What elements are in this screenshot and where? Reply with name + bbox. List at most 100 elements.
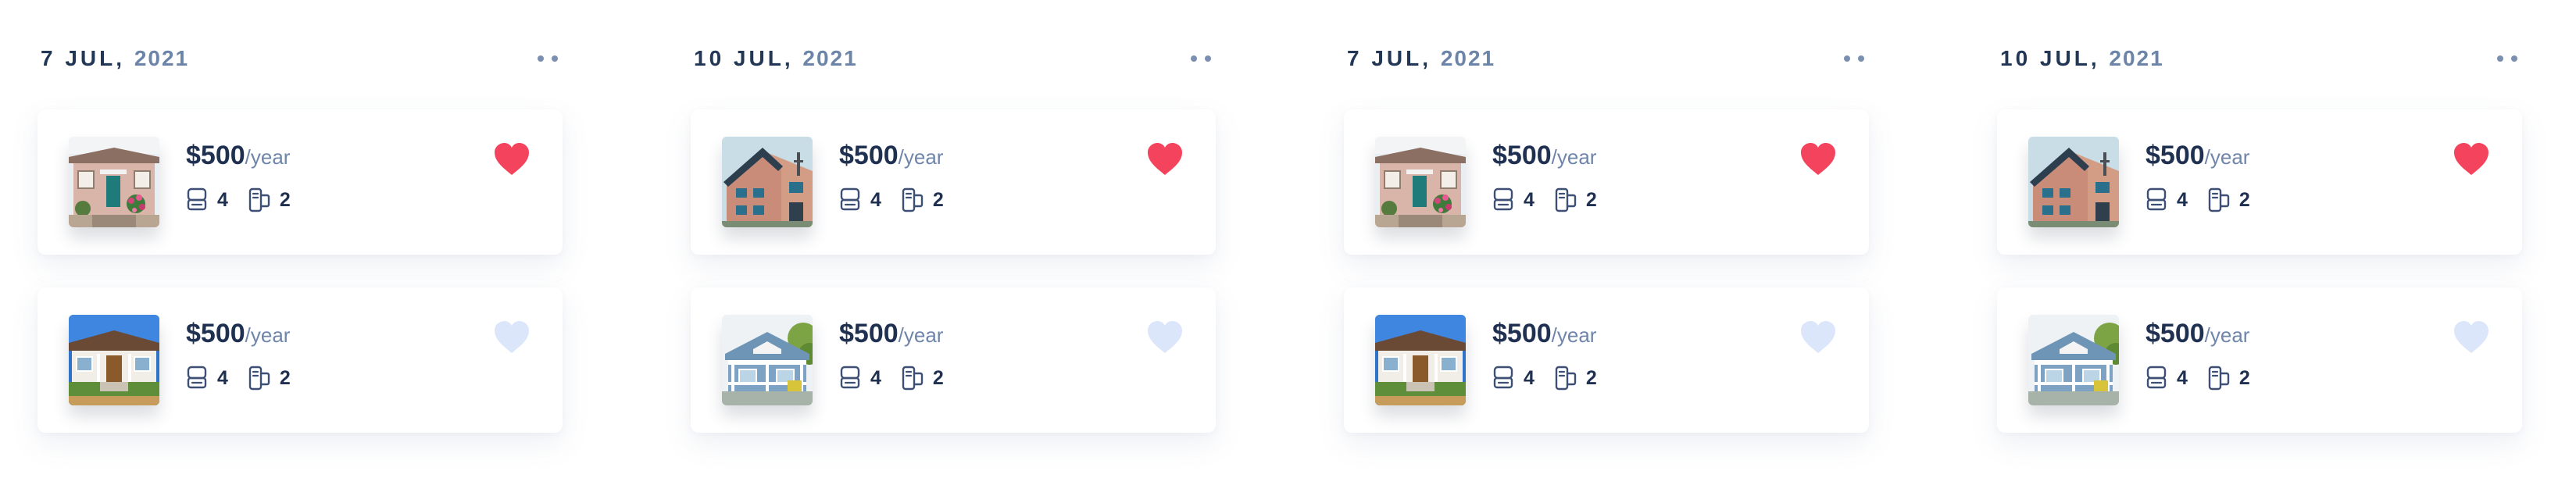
bedroom-count: 4 [1524, 366, 1535, 389]
listing-photo-pink-house [1375, 137, 1466, 227]
listing-photo-blue-cottage [722, 315, 813, 405]
listing-card[interactable]: $500/year 4 2 [691, 109, 1216, 255]
bed-icon [2145, 366, 2167, 391]
price-amount: $500 [839, 319, 899, 348]
listing-features: 4 2 [186, 366, 311, 391]
date-heading: 7 JUL, 2021 [1347, 46, 1495, 71]
date-year: 2021 [1440, 46, 1496, 70]
bedrooms: 4 [839, 187, 881, 212]
date-year: 2021 [134, 46, 190, 70]
price-period: /year [1551, 145, 1597, 169]
listing-price: $500/year [2145, 141, 2249, 171]
bathrooms: 2 [1555, 187, 1597, 212]
listing-photo-white-bungalow [1375, 315, 1466, 405]
price-amount: $500 [1492, 141, 1552, 170]
bed-icon [1492, 366, 1514, 391]
favorite-heart-icon[interactable] [492, 141, 531, 177]
bed-icon [186, 366, 208, 391]
bedrooms: 4 [839, 366, 881, 391]
listing-price: $500/year [186, 319, 290, 349]
date-heading: 10 JUL, 2021 [2000, 46, 2164, 71]
bath-icon [248, 366, 270, 391]
date-year: 2021 [802, 46, 858, 70]
listing-features: 4 2 [1492, 187, 1617, 212]
price-amount: $500 [839, 141, 899, 170]
listing-card[interactable]: $500/year 4 2 [1344, 109, 1869, 255]
listing-card[interactable]: $500/year 4 2 [1997, 109, 2522, 255]
bed-icon [2145, 187, 2167, 212]
date-day-month: 10 JUL, [2000, 46, 2100, 70]
price-period: /year [245, 145, 291, 169]
bathrooms: 2 [902, 366, 944, 391]
listing-card[interactable]: $500/year 4 2 [1997, 287, 2522, 433]
favorite-heart-icon[interactable] [2452, 319, 2491, 355]
bathrooms: 2 [2208, 187, 2250, 212]
more-options-icon[interactable] [1839, 49, 1869, 68]
bedroom-count: 4 [870, 188, 881, 211]
bathroom-count: 2 [2238, 366, 2250, 389]
listing-photo-pink-house [69, 137, 159, 227]
favorite-heart-icon[interactable] [2452, 141, 2491, 177]
bath-icon [1555, 187, 1577, 212]
listing-price: $500/year [2145, 319, 2249, 349]
bath-icon [2208, 187, 2230, 212]
price-period: /year [245, 323, 291, 347]
bedrooms: 4 [186, 187, 228, 212]
bed-icon [186, 187, 208, 212]
column-header: 7 JUL, 2021 [1347, 43, 1869, 74]
bathrooms: 2 [2208, 366, 2250, 391]
listing-card[interactable]: $500/year 4 2 [38, 109, 563, 255]
date-year: 2021 [2109, 46, 2164, 70]
date-heading: 10 JUL, 2021 [694, 46, 858, 71]
favorite-heart-icon[interactable] [1145, 319, 1184, 355]
bathroom-count: 2 [1585, 188, 1597, 211]
date-day-month: 10 JUL, [694, 46, 794, 70]
listing-price: $500/year [839, 319, 943, 349]
listing-features: 4 2 [2145, 366, 2271, 391]
bedroom-count: 4 [870, 366, 881, 389]
bathroom-count: 2 [1585, 366, 1597, 389]
bedroom-count: 4 [1524, 188, 1535, 211]
more-dot [1205, 55, 1211, 62]
listing-price: $500/year [186, 141, 290, 171]
bed-icon [839, 366, 861, 391]
listing-card[interactable]: $500/year 4 2 [1344, 287, 1869, 433]
listing-card[interactable]: $500/year 4 2 [691, 287, 1216, 433]
bedrooms: 4 [1492, 366, 1535, 391]
listing-card[interactable]: $500/year 4 2 [38, 287, 563, 433]
listing-features: 4 2 [839, 366, 964, 391]
more-dot [2511, 55, 2517, 62]
bathrooms: 2 [902, 187, 944, 212]
more-dot [1191, 55, 1197, 62]
bathrooms: 2 [248, 187, 291, 212]
bed-icon [1492, 187, 1514, 212]
bathroom-count: 2 [932, 366, 944, 389]
bath-icon [2208, 366, 2230, 391]
favorite-heart-icon[interactable] [1799, 319, 1838, 355]
bedroom-count: 4 [217, 188, 228, 211]
listing-photo-white-bungalow [69, 315, 159, 405]
more-options-icon[interactable] [1186, 49, 1216, 68]
bath-icon [1555, 366, 1577, 391]
listing-price: $500/year [839, 141, 943, 171]
more-options-icon[interactable] [533, 49, 563, 68]
date-day-month: 7 JUL, [1347, 46, 1432, 70]
bedroom-count: 4 [217, 366, 228, 389]
bathrooms: 2 [248, 366, 291, 391]
listing-column: 7 JUL, 2021 $500/year 4 2 $500/year 4 2 [38, 0, 563, 496]
bedrooms: 4 [2145, 187, 2188, 212]
listing-price: $500/year [1492, 141, 1596, 171]
listing-features: 4 2 [186, 187, 311, 212]
price-amount: $500 [186, 141, 245, 170]
listing-price: $500/year [1492, 319, 1596, 349]
favorite-heart-icon[interactable] [1799, 141, 1838, 177]
more-options-icon[interactable] [2492, 49, 2522, 68]
bathroom-count: 2 [279, 366, 291, 389]
column-header: 7 JUL, 2021 [41, 43, 563, 74]
bathroom-count: 2 [932, 188, 944, 211]
favorite-heart-icon[interactable] [492, 319, 531, 355]
favorite-heart-icon[interactable] [1145, 141, 1184, 177]
column-header: 10 JUL, 2021 [694, 43, 1216, 74]
listing-photo-modern-house [722, 137, 813, 227]
listing-photo-modern-house [2028, 137, 2119, 227]
